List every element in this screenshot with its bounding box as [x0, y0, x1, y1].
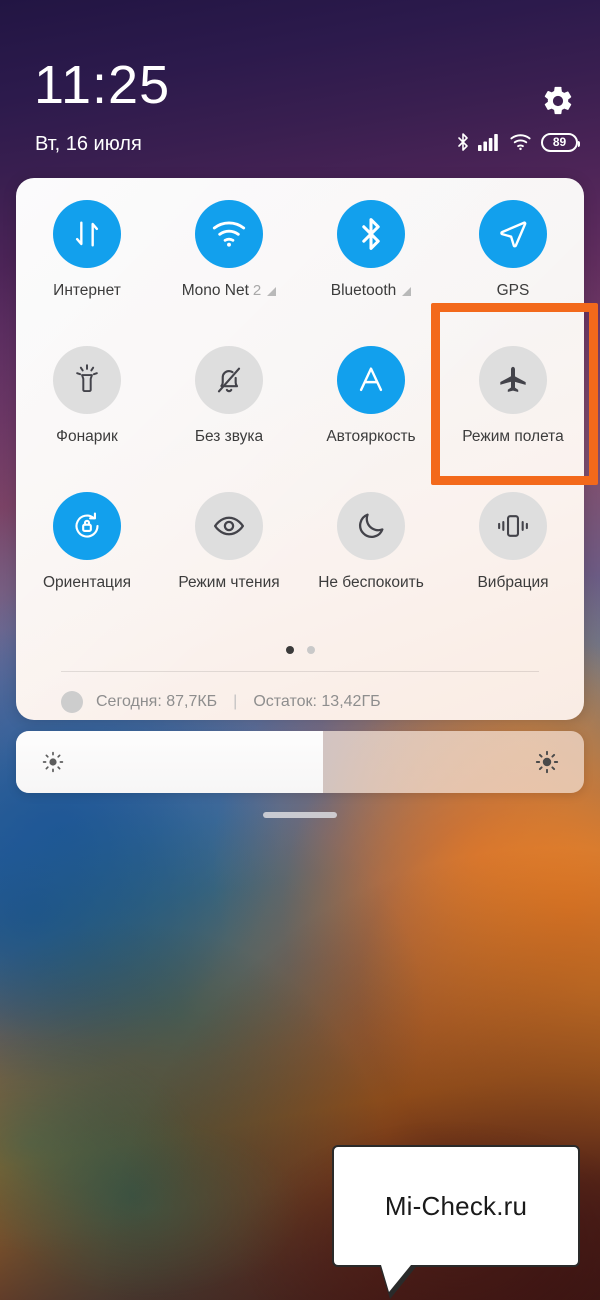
- gear-icon[interactable]: [541, 84, 575, 118]
- tile-label: Не беспокоить: [318, 574, 424, 592]
- data-usage-row[interactable]: Сегодня: 87,7КБ | Остаток: 13,42ГБ: [61, 684, 561, 720]
- tile-label-sub: 2: [252, 282, 262, 299]
- tile-vibration[interactable]: Вибрация: [442, 492, 584, 617]
- moon-icon: [337, 492, 405, 560]
- battery-level: 89: [552, 135, 567, 149]
- eye-icon: [195, 492, 263, 560]
- watermark-bubble-tail-inner: [381, 1265, 411, 1292]
- signal-triangle-icon: [267, 286, 277, 296]
- tile-bluetooth[interactable]: Bluetooth: [300, 200, 442, 325]
- annotation-highlight-box: [431, 303, 598, 485]
- brightness-low-icon: [41, 750, 65, 774]
- tile-flashlight[interactable]: Фонарик: [16, 346, 158, 471]
- page-dot-1[interactable]: [285, 646, 294, 654]
- vibration-icon: [479, 492, 547, 560]
- cellular-signal-icon: [478, 133, 500, 151]
- bluetooth-icon: [337, 200, 405, 268]
- tile-label: Фонарик: [56, 428, 118, 446]
- tile-do-not-disturb[interactable]: Не беспокоить: [300, 492, 442, 617]
- bell-off-icon: [195, 346, 263, 414]
- tile-label: Mono Net 2: [182, 282, 277, 300]
- tile-label: Режим чтения: [178, 574, 279, 592]
- brightness-slider[interactable]: [16, 731, 584, 793]
- tile-label-text: Bluetooth: [330, 282, 397, 299]
- tile-internet[interactable]: Интернет: [16, 200, 158, 325]
- navigation-arrow-icon: [479, 200, 547, 268]
- tile-label-text: Mono Net: [181, 282, 249, 299]
- tile-mono-net[interactable]: Mono Net 2: [158, 200, 300, 325]
- data-usage-icon: [61, 691, 83, 713]
- data-usage-separator: |: [233, 693, 238, 710]
- watermark-text: Mi-Check.ru: [384, 1190, 528, 1221]
- system-icons: 89: [457, 132, 580, 152]
- tile-label-text: Вибрация: [477, 574, 549, 591]
- tile-reading-mode[interactable]: Режим чтения: [158, 492, 300, 617]
- date-label: Вт, 16 июля: [35, 133, 142, 155]
- tile-label-text: Без звука: [194, 428, 264, 445]
- tile-label: Без звука: [195, 428, 263, 446]
- watermark-bubble: Mi-Check.ru: [332, 1145, 580, 1299]
- page-indicator[interactable]: [16, 646, 584, 654]
- tile-label-text: GPS: [496, 282, 530, 299]
- bluetooth-icon: [457, 132, 469, 152]
- brightness-high-icon: [535, 750, 559, 774]
- data-transfer-icon: [53, 200, 121, 268]
- tile-label: Вибрация: [477, 574, 548, 592]
- tile-label-text: Ориентация: [43, 574, 131, 591]
- rotation-lock-icon: [53, 492, 121, 560]
- home-indicator[interactable]: [263, 812, 337, 818]
- status-bar: 11:25 Вт, 16 июля 89: [0, 0, 600, 178]
- tile-label: Bluetooth: [331, 282, 412, 300]
- tile-silent[interactable]: Без звука: [158, 346, 300, 471]
- tile-label: GPS: [497, 282, 530, 300]
- tile-label-text: Фонарик: [56, 428, 118, 445]
- data-usage-text: Сегодня: 87,7КБ | Остаток: 13,42ГБ: [96, 693, 381, 711]
- signal-triangle-icon: [402, 286, 412, 296]
- tile-auto-brightness[interactable]: Автояркость: [300, 346, 442, 471]
- wifi-icon: [509, 133, 532, 151]
- data-usage-remaining: Остаток: 13,42ГБ: [253, 693, 381, 710]
- clock: 11:25: [34, 55, 171, 115]
- tile-label-text: Автояркость: [326, 428, 416, 445]
- tile-orientation[interactable]: Ориентация: [16, 492, 158, 617]
- auto-brightness-icon: [337, 346, 405, 414]
- data-usage-today: Сегодня: 87,7КБ: [96, 693, 218, 710]
- battery-indicator: 89: [541, 132, 580, 152]
- divider: [61, 671, 539, 672]
- wifi-icon: [195, 200, 263, 268]
- tile-label-text: Режим чтения: [178, 574, 280, 591]
- flashlight-icon: [53, 346, 121, 414]
- phone-screen: 11:25 Вт, 16 июля 89 Интернет Mono Net 2…: [0, 0, 600, 1300]
- tile-label-text: Интернет: [53, 282, 121, 299]
- tile-label: Интернет: [53, 282, 121, 300]
- tile-label: Автояркость: [326, 428, 415, 446]
- page-dot-2[interactable]: [306, 646, 315, 654]
- tile-label-text: Не беспокоить: [318, 574, 424, 591]
- tile-label: Ориентация: [43, 574, 131, 592]
